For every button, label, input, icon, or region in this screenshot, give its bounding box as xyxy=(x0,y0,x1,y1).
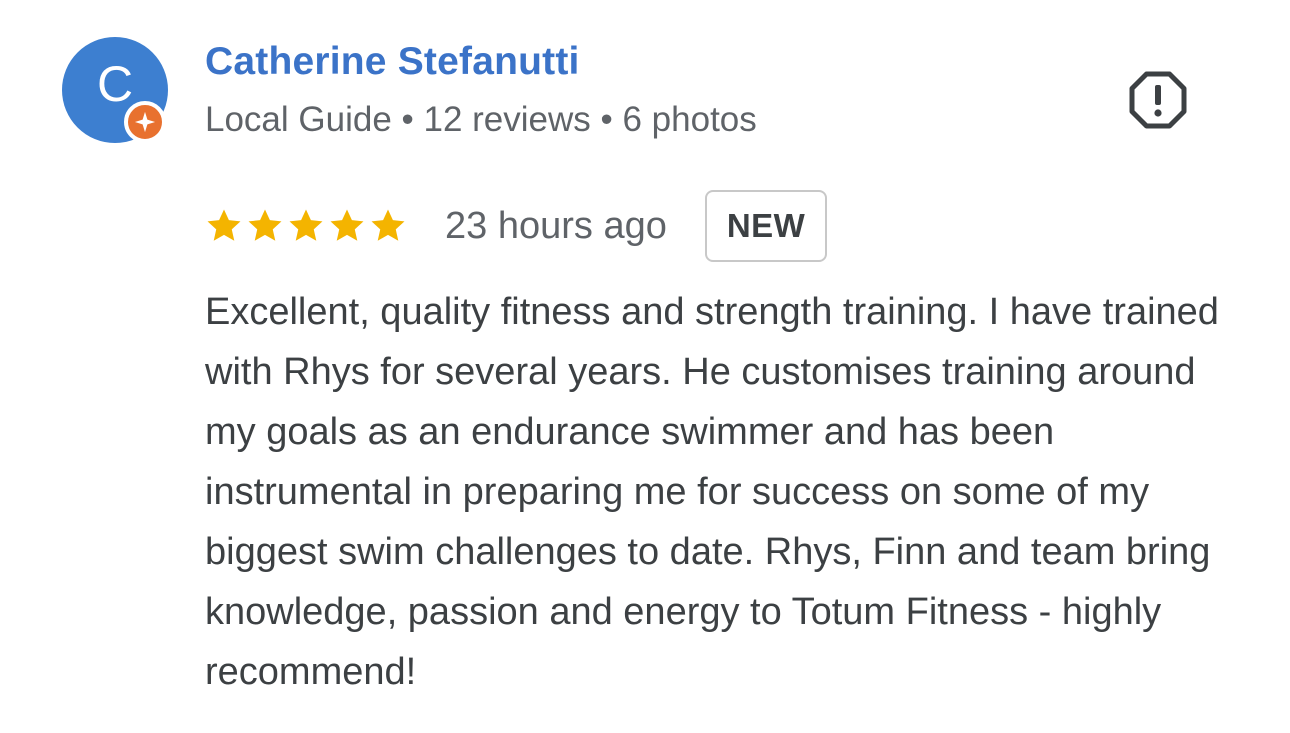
reviewer-meta: Local Guide • 12 reviews • 6 photos xyxy=(205,100,757,139)
star-icon xyxy=(248,209,282,241)
local-guide-star-icon xyxy=(134,111,156,133)
review-time: 23 hours ago xyxy=(445,204,667,247)
star-icon xyxy=(330,209,364,241)
report-review-button[interactable] xyxy=(1128,70,1188,130)
reviewer-name[interactable]: Catherine Stefanutti xyxy=(205,40,580,84)
star-icon xyxy=(289,209,323,241)
review-card: C Catherine Stefanutti Local Guide • 12 … xyxy=(0,0,1290,733)
review-text: Excellent, quality fitness and strength … xyxy=(205,291,1219,693)
local-guide-badge-icon xyxy=(124,101,166,143)
rating-row: 23 hours ago NEW xyxy=(205,190,828,262)
star-icon xyxy=(371,209,405,241)
new-badge: NEW xyxy=(704,190,828,262)
star-icon xyxy=(207,209,241,241)
star-rating xyxy=(205,207,407,245)
report-flag-icon xyxy=(1129,71,1187,129)
